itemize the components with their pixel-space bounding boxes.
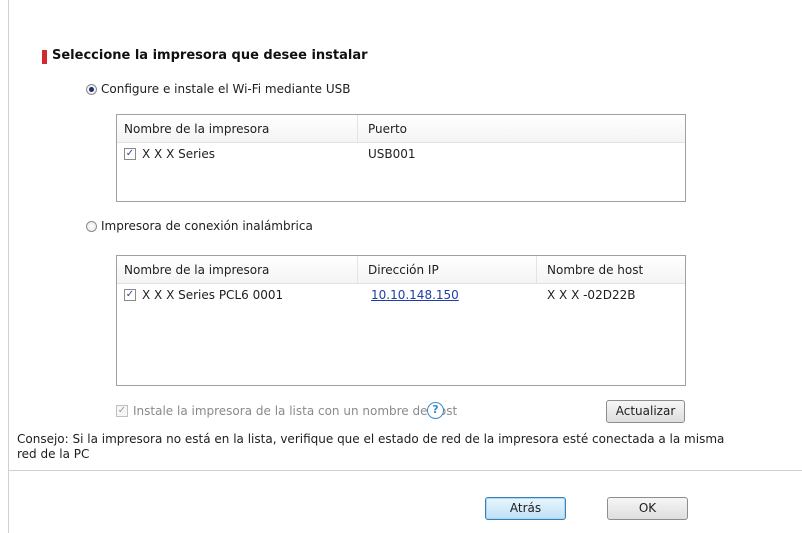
window-left-border <box>8 0 9 533</box>
table-row[interactable]: ✓ X X X Series USB001 <box>117 143 685 165</box>
column-header-port[interactable]: Puerto <box>368 122 407 136</box>
page-title: Seleccione la impresora que desee instal… <box>52 48 368 63</box>
column-header-ip[interactable]: Dirección IP <box>368 263 439 277</box>
hostname-checkbox-label: Instale la impresora de la lista con un … <box>133 404 458 418</box>
column-header-printer-name[interactable]: Nombre de la impresora <box>124 122 269 136</box>
heading-marker <box>42 50 47 64</box>
hostname-checkbox[interactable]: ✓ <box>116 405 128 417</box>
question-mark-circle-icon[interactable]: ? <box>427 402 444 419</box>
column-header-printer-name[interactable]: Nombre de la impresora <box>124 263 269 277</box>
ip-address-link[interactable]: 10.10.148.150 <box>371 288 459 302</box>
radio-usb-label[interactable]: Configure e instale el Wi-Fi mediante US… <box>101 82 350 96</box>
radio-wireless-label[interactable]: Impresora de conexión inalámbrica <box>101 219 313 233</box>
wireless-printer-list[interactable]: Nombre de la impresora Dirección IP Nomb… <box>116 255 686 386</box>
checkmark-icon: ✓ <box>125 289 135 300</box>
refresh-button[interactable]: Actualizar <box>606 400 685 423</box>
column-separator[interactable] <box>357 256 358 283</box>
printer-name-cell: X X X Series <box>142 147 216 161</box>
radio-wireless[interactable] <box>86 221 97 232</box>
tip-text-line2: red de la PC <box>17 447 90 461</box>
row-checkbox[interactable]: ✓ <box>124 148 136 160</box>
checkmark-icon: ✓ <box>125 148 135 159</box>
wireless-list-header: Nombre de la impresora Dirección IP Nomb… <box>117 256 685 284</box>
hostname-cell: X X X -02D22B <box>547 288 636 302</box>
tip-text-line1: Consejo: Si la impresora no está en la l… <box>17 432 725 446</box>
table-row[interactable]: ✓ X X X Series PCL6 0001 10.10.148.150 X… <box>117 284 685 306</box>
row-checkbox[interactable]: ✓ <box>124 289 136 301</box>
ok-button[interactable]: OK <box>607 497 688 520</box>
printer-name-cell: X X X Series PCL6 0001 <box>142 288 284 302</box>
port-cell: USB001 <box>368 147 416 161</box>
column-header-hostname[interactable]: Nombre de host <box>547 263 643 277</box>
radio-usb[interactable] <box>86 84 97 95</box>
footer-divider <box>8 470 802 471</box>
column-separator[interactable] <box>536 256 537 283</box>
back-button[interactable]: Atrás <box>485 497 566 520</box>
usb-printer-list[interactable]: Nombre de la impresora Puerto ✓ X X X Se… <box>116 114 686 202</box>
usb-list-header: Nombre de la impresora Puerto <box>117 115 685 143</box>
checkmark-icon: ✓ <box>117 405 127 416</box>
column-separator[interactable] <box>357 115 358 142</box>
